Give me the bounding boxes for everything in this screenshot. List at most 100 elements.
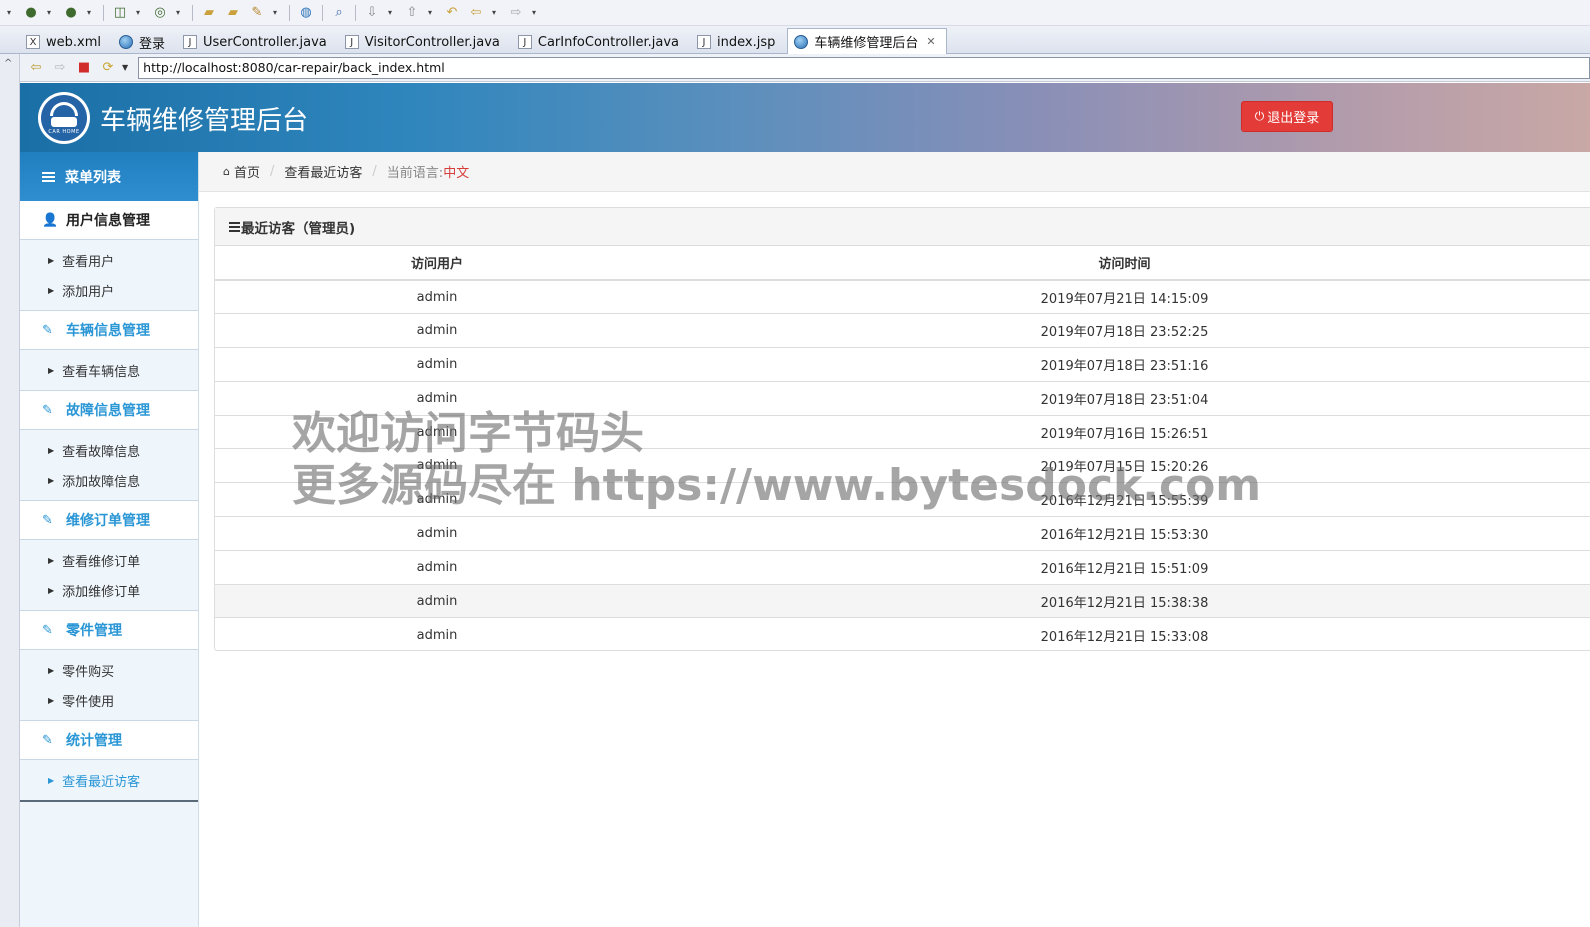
web-browser-icon[interactable]: ◍ (295, 3, 317, 23)
cell-time: 2019年07月18日 23:51:16 (659, 347, 1590, 382)
home-icon: ⌂ (223, 165, 230, 178)
logout-button[interactable]: ⏻ 退出登录 (1241, 101, 1333, 132)
caret-right-icon: ▶ (48, 775, 55, 785)
tab-index-jsp[interactable]: J index.jsp (691, 30, 785, 54)
caret-right-icon: ▶ (48, 585, 55, 595)
next-annotation-icon[interactable]: ⇩ (361, 3, 383, 23)
chevron-down-icon[interactable]: ▾ (133, 3, 143, 23)
cell-user: admin (215, 380, 659, 416)
sidebar-item-view-faults[interactable]: ▶ 查看故障信息 (20, 435, 198, 465)
jsp-file-icon: J (697, 35, 712, 49)
sidebar-item-label: 零件购买 (62, 664, 115, 680)
java-file-icon: J (517, 35, 532, 49)
globe-icon (118, 35, 133, 49)
chevron-down-icon[interactable]: ▾ (44, 3, 54, 23)
cell-time: 2016年12月21日 15:51:09 (659, 549, 1590, 585)
sidebar-item-label: 查看维修订单 (62, 554, 141, 570)
ide-left-gutter: ^ (0, 26, 20, 927)
chevron-down-icon[interactable]: ▾ (385, 3, 395, 23)
sidebar-group-title[interactable]: ✎ 故障信息管理 (20, 391, 198, 430)
tab-login[interactable]: 登录 (113, 30, 175, 54)
sidebar-item-view-vehicles[interactable]: ▶ 查看车辆信息 (20, 355, 198, 385)
table-row: admin 2019年07月18日 23:51:16 (215, 347, 1590, 382)
sidebar-group-title[interactable]: ✎ 维修订单管理 (20, 501, 198, 540)
sidebar-item-view-orders[interactable]: ▶ 查看维修订单 (20, 545, 198, 575)
sidebar-item-add-order[interactable]: ▶ 添加维修订单 (20, 575, 198, 605)
cell-time: 2019年07月18日 23:51:04 (659, 380, 1590, 416)
cell-user: admin (215, 516, 659, 551)
sidebar-item-add-fault[interactable]: ▶ 添加故障信息 (20, 465, 198, 495)
sidebar-group-title[interactable]: ✎ 零件管理 (20, 611, 198, 650)
tab-user-controller[interactable]: J UserController.java (177, 30, 337, 54)
tab-visitor-controller[interactable]: J VisitorController.java (339, 30, 510, 54)
close-icon[interactable]: ✕ (926, 35, 935, 48)
sidebar-item-view-users[interactable]: ▶ 查看用户 (20, 245, 198, 275)
cell-time: 2019年07月15日 15:20:26 (659, 448, 1590, 483)
sidebar-group-title[interactable]: ✎ 统计管理 (20, 721, 198, 760)
sidebar-item-label: 添加故障信息 (62, 474, 141, 490)
car-logo-icon: CAR HOME (41, 95, 87, 141)
tab-web-xml[interactable]: X web.xml (20, 30, 111, 54)
table-row: admin 2016年12月21日 15:55:39 (215, 482, 1590, 517)
logo: CAR HOME (38, 92, 90, 144)
chevron-down-icon[interactable]: ▾ (4, 3, 14, 23)
run-icon[interactable]: ● (20, 3, 42, 23)
new-wizard-icon[interactable]: ◫ (109, 3, 131, 23)
tab-label: VisitorController.java (364, 34, 500, 50)
tab-back-index[interactable]: 车辆维修管理后台 ✕ (787, 28, 947, 54)
breadcrumb-home-label: 首页 (233, 166, 260, 181)
sidebar-group-orders: ✎ 维修订单管理 ▶ 查看维修订单 ▶ 添加维修订单 (20, 501, 198, 611)
sidebar-item-buy-parts[interactable]: ▶ 零件购买 (20, 655, 198, 685)
cell-user: admin (215, 583, 659, 618)
search-icon[interactable]: ⌕ (328, 3, 350, 23)
sidebar-group-title[interactable]: 👤 用户信息管理 (20, 201, 198, 240)
sidebar-group-title[interactable]: ✎ 车辆信息管理 (20, 311, 198, 350)
cell-user: admin (215, 549, 659, 585)
open-folder-icon[interactable]: ▰ (198, 3, 220, 23)
table-row: admin 2019年07月16日 15:26:51 (215, 414, 1590, 449)
open-file-icon[interactable]: ▰ (222, 3, 244, 23)
chevron-up-icon[interactable]: ^ (4, 58, 12, 69)
chevron-down-icon[interactable]: ▾ (489, 3, 499, 23)
column-header-time: 访问时间 (659, 246, 1590, 281)
tab-label: 登录 (138, 36, 165, 52)
sidebar-item-label: 查看故障信息 (62, 444, 141, 460)
chevron-down-icon[interactable]: ▾ (425, 3, 435, 23)
sidebar-item-label: 添加用户 (62, 284, 115, 300)
language-value[interactable]: 中文 (443, 162, 469, 181)
tab-label: web.xml (46, 34, 101, 50)
stop-icon[interactable]: ■ (74, 58, 94, 78)
forward-icon[interactable]: ⇨ (505, 3, 527, 23)
sidebar-item-recent-visitors[interactable]: ▶ 查看最近访客 (20, 765, 198, 795)
sidebar-item-add-user[interactable]: ▶ 添加用户 (20, 275, 198, 305)
back-arrow-icon[interactable]: ⇦ (26, 58, 46, 78)
user-icon: 👤 (42, 212, 59, 228)
caret-right-icon: ▶ (48, 695, 55, 705)
breadcrumb-home[interactable]: ⌂ 首页 (223, 162, 260, 181)
chevron-down-icon[interactable]: ▾ (84, 3, 94, 23)
last-edit-icon[interactable]: ↶ (441, 3, 463, 23)
caret-right-icon: ▶ (48, 475, 55, 485)
chevron-down-icon[interactable]: ▾ (173, 3, 183, 23)
chevron-down-icon[interactable]: ▾ (270, 3, 280, 23)
tab-carinfo-controller[interactable]: J CarInfoController.java (512, 30, 689, 54)
table-row: admin 2019年07月21日 14:15:09 (215, 279, 1590, 314)
cell-user: admin (215, 279, 659, 314)
column-header-user: 访问用户 (215, 246, 659, 281)
chevron-down-icon[interactable]: ▾ (529, 3, 539, 23)
back-icon[interactable]: ⇦ (465, 3, 487, 23)
caret-right-icon: ▶ (48, 555, 55, 565)
url-input[interactable]: http://localhost:8080/car-repair/back_in… (138, 56, 1590, 79)
new-class-icon[interactable]: ◎ (149, 3, 171, 23)
group-title-label: 零件管理 (66, 623, 122, 639)
sidebar-item-use-parts[interactable]: ▶ 零件使用 (20, 685, 198, 715)
cell-time: 2019年07月18日 23:52:25 (659, 313, 1590, 348)
table-row: admin 2019年07月15日 15:20:26 (215, 448, 1590, 483)
refresh-icon[interactable]: ⟳ (98, 58, 118, 78)
forward-arrow-icon[interactable]: ⇨ (50, 58, 70, 78)
edit-icon[interactable]: ✎ (246, 3, 268, 23)
cell-user: admin (215, 347, 659, 382)
prev-annotation-icon[interactable]: ⇧ (401, 3, 423, 23)
chevron-down-icon[interactable]: ▼ (122, 63, 128, 72)
debug-icon[interactable]: ● (60, 3, 82, 23)
